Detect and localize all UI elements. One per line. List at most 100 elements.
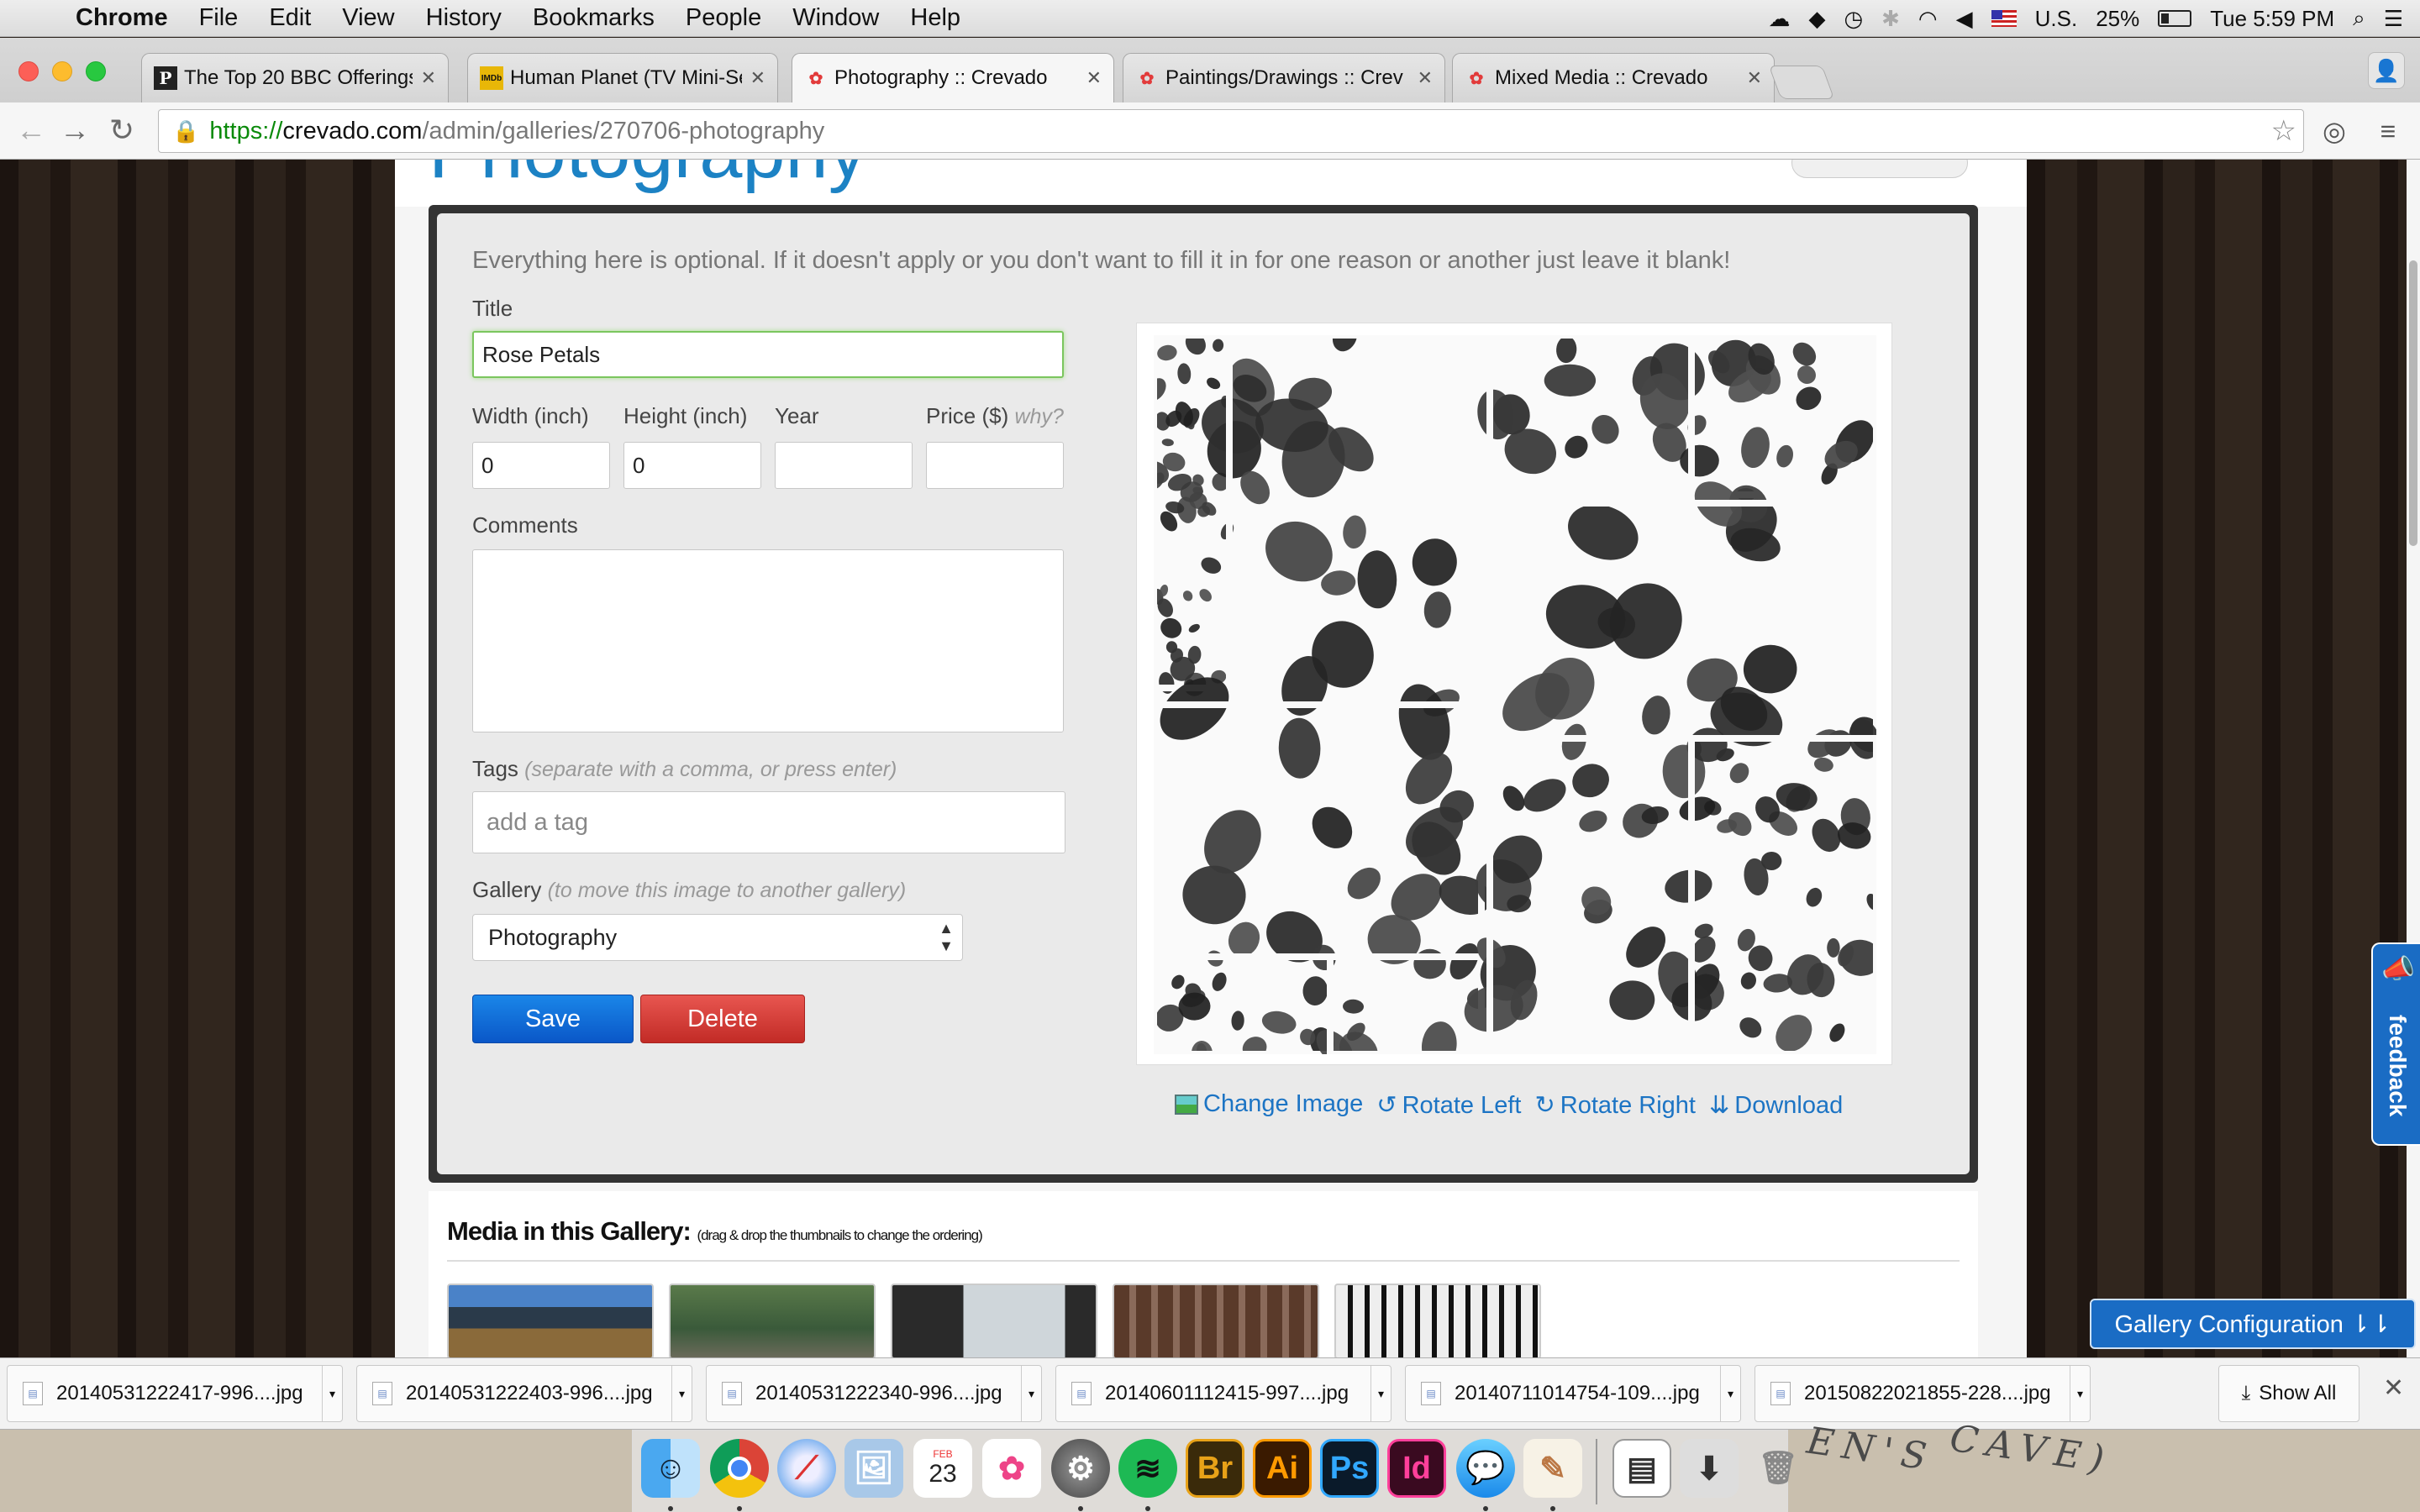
bluetooth-icon[interactable]: ✱ — [1881, 6, 1900, 32]
extension-icon[interactable]: ◎ — [2316, 113, 2353, 150]
trash-icon[interactable]: 🗑 — [1749, 1439, 1807, 1498]
tab-photography-crevado[interactable]: ✿ Photography :: Crevado ✕ — [792, 53, 1114, 102]
tab-close-icon[interactable]: ✕ — [1418, 67, 1433, 89]
tab-human-planet[interactable]: IMDb Human Planet (TV Mini-Ser ✕ — [467, 53, 778, 102]
settings-button[interactable] — [1791, 160, 1968, 178]
price-why-link[interactable]: why? — [1014, 405, 1063, 428]
illustrator-icon[interactable]: Ai — [1253, 1439, 1312, 1498]
download-item[interactable]: ▤ 20150822021855-228....jpg ▾ — [1754, 1365, 2091, 1422]
gallery-thumbnail[interactable] — [447, 1284, 654, 1357]
battery-percent[interactable]: 25% — [2096, 6, 2139, 32]
comments-textarea[interactable] — [472, 549, 1064, 732]
forward-arrow-icon[interactable]: → — [55, 111, 94, 150]
close-download-shelf-icon[interactable]: ✕ — [2383, 1373, 2404, 1403]
gallery-configuration-button[interactable]: Gallery Configuration ⇂⇂ — [2090, 1299, 2416, 1349]
download-link[interactable]: ⇊ Download — [1709, 1090, 1843, 1120]
system-preferences-icon[interactable]: ⚙ — [1051, 1439, 1110, 1498]
gallery-thumbnail[interactable] — [1334, 1284, 1541, 1357]
indesign-icon[interactable]: Id — [1387, 1439, 1446, 1498]
tab-paintings-crevado[interactable]: ✿ Paintings/Drawings :: Crev ✕ — [1123, 53, 1445, 102]
photos-icon[interactable]: ✿ — [982, 1439, 1041, 1498]
tab-close-icon[interactable]: ✕ — [421, 67, 436, 89]
profile-icon[interactable]: 👤 — [2368, 52, 2405, 89]
gallery-thumbnail[interactable] — [891, 1284, 1097, 1357]
download-menu-arrow-icon[interactable]: ▾ — [2070, 1366, 2090, 1421]
download-menu-arrow-icon[interactable]: ▾ — [1720, 1366, 1740, 1421]
messages-icon[interactable]: 💬 — [1456, 1439, 1515, 1498]
spotlight-search-icon[interactable]: ⌕ — [2353, 5, 2365, 32]
menu-people[interactable]: People — [686, 4, 761, 32]
gallery-thumbnail[interactable] — [1113, 1284, 1319, 1357]
bridge-icon[interactable]: Br — [1186, 1439, 1244, 1498]
document-icon[interactable]: ▤ — [1612, 1439, 1671, 1498]
price-input[interactable] — [926, 442, 1064, 489]
save-button[interactable]: Save — [472, 995, 634, 1043]
window-close-button[interactable] — [18, 61, 39, 81]
gallery-select[interactable]: Photography ▲ ▼ — [472, 914, 963, 961]
title-input[interactable]: Rose Petals — [472, 331, 1064, 378]
dropbox-icon[interactable]: ◆ — [1808, 6, 1825, 32]
tab-close-icon[interactable]: ✕ — [1747, 67, 1762, 89]
menu-window[interactable]: Window — [792, 4, 879, 32]
creative-cloud-icon[interactable]: ☁ — [1768, 6, 1790, 32]
menu-file[interactable]: File — [199, 4, 239, 32]
menu-view[interactable]: View — [342, 4, 394, 32]
reload-icon[interactable]: ↻ — [103, 111, 141, 150]
textedit-icon[interactable]: ✎ — [1523, 1439, 1582, 1498]
page-scrollbar[interactable] — [2407, 160, 2420, 1357]
change-image-link[interactable]: Change Image — [1175, 1090, 1363, 1120]
volume-icon[interactable]: ◀ — [1956, 6, 1973, 32]
input-source-label[interactable]: U.S. — [2035, 6, 2078, 32]
address-bar[interactable]: 🔒 https:// crevado.com /admin/galleries/… — [158, 109, 2304, 153]
menubar-clock[interactable]: Tue 5:59 PM — [2210, 6, 2334, 32]
downloads-stack-icon[interactable]: ⬇ — [1680, 1439, 1739, 1498]
chrome-menu-icon[interactable]: ≡ — [2370, 113, 2407, 150]
window-zoom-button[interactable] — [86, 61, 106, 81]
show-all-downloads-button[interactable]: ⤓ Show All — [2218, 1365, 2360, 1422]
download-item[interactable]: ▤ 20140601112415-997....jpg ▾ — [1055, 1365, 1392, 1422]
menu-bookmarks[interactable]: Bookmarks — [533, 4, 655, 32]
us-flag-icon[interactable] — [1991, 10, 2017, 27]
menu-history[interactable]: History — [426, 4, 502, 32]
battery-icon[interactable] — [2158, 10, 2192, 27]
tags-input[interactable]: add a tag — [472, 791, 1065, 853]
notification-center-icon[interactable]: ☰ — [2384, 6, 2403, 32]
delete-button[interactable]: Delete — [640, 995, 805, 1043]
width-input[interactable]: 0 — [472, 442, 610, 489]
year-input[interactable] — [775, 442, 913, 489]
tab-mixed-media-crevado[interactable]: ✿ Mixed Media :: Crevado ✕ — [1452, 53, 1775, 102]
download-item[interactable]: ▤ 20140531222340-996....jpg ▾ — [706, 1365, 1042, 1422]
gallery-thumbnail[interactable] — [669, 1284, 876, 1357]
window-minimize-button[interactable] — [52, 61, 72, 81]
spotify-icon[interactable]: ≋ — [1118, 1439, 1177, 1498]
feedback-tab[interactable]: 📣 feedback — [2371, 942, 2420, 1146]
download-item[interactable]: ▤ 20140711014754-109....jpg ▾ — [1405, 1365, 1741, 1422]
download-item[interactable]: ▤ 20140531222403-996....jpg ▾ — [356, 1365, 692, 1422]
rotate-left-link[interactable]: ↺ Rotate Left — [1376, 1090, 1521, 1120]
menu-help[interactable]: Help — [910, 4, 960, 32]
menu-edit[interactable]: Edit — [269, 4, 311, 32]
download-menu-arrow-icon[interactable]: ▾ — [322, 1366, 342, 1421]
download-item[interactable]: ▤ 20140531222417-996....jpg ▾ — [7, 1365, 343, 1422]
photoshop-icon[interactable]: Ps — [1320, 1439, 1379, 1498]
rotate-right-link[interactable]: ↻ Rotate Right — [1534, 1090, 1696, 1120]
height-input[interactable]: 0 — [623, 442, 761, 489]
wifi-icon[interactable]: ◠ — [1918, 6, 1938, 32]
menu-app-chrome[interactable]: Chrome — [76, 4, 168, 32]
bookmark-star-icon[interactable]: ☆ — [2271, 114, 2296, 148]
tab-close-icon[interactable]: ✕ — [750, 67, 765, 89]
finder-icon[interactable]: ☺ — [641, 1439, 700, 1498]
tab-bbc-offerings[interactable]: P The Top 20 BBC Offerings a ✕ — [141, 53, 449, 102]
download-menu-arrow-icon[interactable]: ▾ — [1370, 1366, 1391, 1421]
calendar-icon[interactable]: FEB 23 — [913, 1439, 972, 1498]
preview-icon[interactable]: 🖼 — [844, 1439, 903, 1498]
chrome-icon[interactable] — [710, 1439, 769, 1498]
scrollbar-thumb[interactable] — [2409, 260, 2417, 546]
new-tab-button[interactable] — [1768, 66, 1835, 99]
download-menu-arrow-icon[interactable]: ▾ — [1021, 1366, 1041, 1421]
time-machine-icon[interactable]: ◷ — [1844, 6, 1863, 32]
download-menu-arrow-icon[interactable]: ▾ — [671, 1366, 692, 1421]
back-arrow-icon[interactable]: ← — [12, 111, 50, 150]
tab-close-icon[interactable]: ✕ — [1086, 67, 1102, 89]
safari-icon[interactable]: ⟋ — [777, 1439, 836, 1498]
